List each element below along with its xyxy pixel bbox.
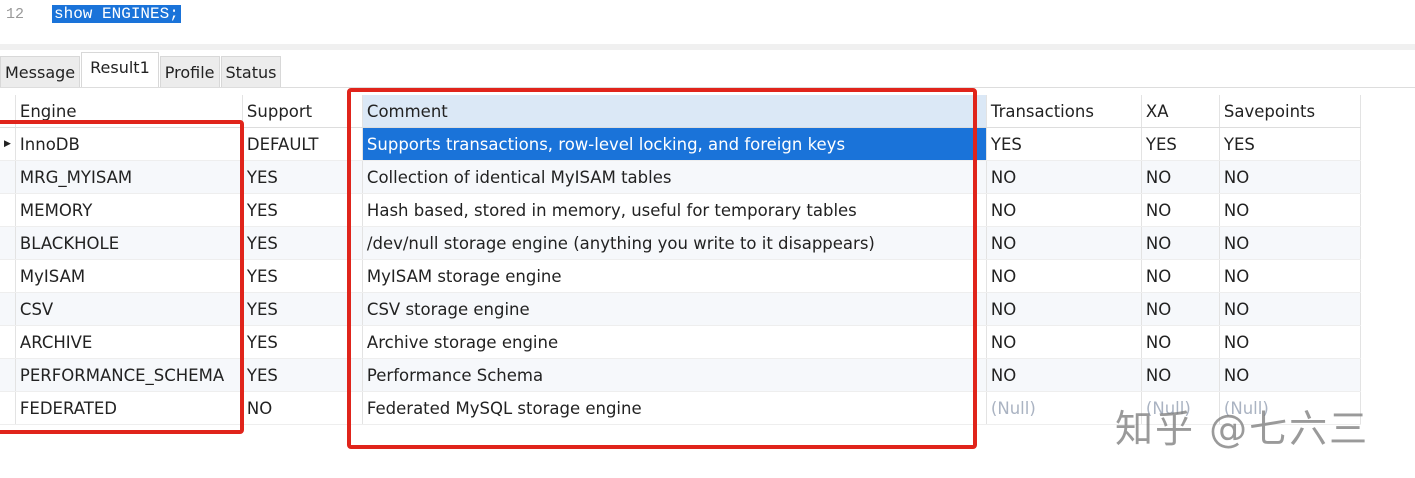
cell-transactions[interactable]: NO xyxy=(986,358,1142,392)
cell-savepoints[interactable]: NO xyxy=(1219,292,1361,326)
cell-transactions[interactable]: NO xyxy=(986,259,1142,293)
selected-sql[interactable]: show ENGINES; xyxy=(52,5,181,23)
cell-support[interactable]: DEFAULT xyxy=(242,127,363,161)
column-header-support[interactable]: Support xyxy=(242,95,363,128)
result-tabs: Message Result1 Profile Status xyxy=(0,52,282,88)
cell-support[interactable]: YES xyxy=(242,193,363,227)
tab-message[interactable]: Message xyxy=(0,56,81,88)
cell-xa[interactable]: NO xyxy=(1141,226,1220,260)
cell-support[interactable]: YES xyxy=(242,259,363,293)
cell-savepoints[interactable]: NO xyxy=(1219,358,1361,392)
cell-savepoints[interactable]: YES xyxy=(1219,127,1361,161)
cell-xa[interactable]: YES xyxy=(1141,127,1220,161)
column-header-transactions[interactable]: Transactions xyxy=(986,95,1142,128)
cell-xa[interactable]: NO xyxy=(1141,259,1220,293)
cell-support[interactable]: YES xyxy=(242,358,363,392)
highlight-box-comment xyxy=(347,88,977,449)
cell-transactions[interactable]: YES xyxy=(986,127,1142,161)
watermark: 知乎 @七六三 xyxy=(1115,407,1370,451)
cell-xa[interactable]: NO xyxy=(1141,160,1220,194)
cell-support[interactable]: YES xyxy=(242,160,363,194)
cell-savepoints[interactable]: NO xyxy=(1219,325,1361,359)
cell-xa[interactable]: NO xyxy=(1141,292,1220,326)
tab-result1[interactable]: Result1 xyxy=(81,52,159,88)
cell-savepoints[interactable]: NO xyxy=(1219,226,1361,260)
cell-xa[interactable]: NO xyxy=(1141,193,1220,227)
cell-transactions[interactable]: NO xyxy=(986,226,1142,260)
sql-editor[interactable]: 12 show ENGINES; xyxy=(0,0,1415,44)
cell-transactions[interactable]: NO xyxy=(986,193,1142,227)
cell-support[interactable]: YES xyxy=(242,292,363,326)
splitter[interactable] xyxy=(0,44,1415,50)
tab-profile[interactable]: Profile xyxy=(159,56,220,88)
highlight-box-engine xyxy=(0,120,244,434)
cell-savepoints[interactable]: NO xyxy=(1219,193,1361,227)
cell-savepoints[interactable]: NO xyxy=(1219,259,1361,293)
cell-xa[interactable]: NO xyxy=(1141,358,1220,392)
cell-support[interactable]: YES xyxy=(242,325,363,359)
column-header-xa[interactable]: XA xyxy=(1141,95,1220,128)
cell-support[interactable]: NO xyxy=(242,391,363,425)
line-number: 12 xyxy=(6,6,25,23)
cell-savepoints[interactable]: NO xyxy=(1219,160,1361,194)
column-header-savepoints[interactable]: Savepoints xyxy=(1219,95,1361,128)
cell-transactions[interactable]: NO xyxy=(986,325,1142,359)
cell-xa[interactable]: NO xyxy=(1141,325,1220,359)
cell-transactions[interactable]: NO xyxy=(986,160,1142,194)
cell-support[interactable]: YES xyxy=(242,226,363,260)
tab-status[interactable]: Status xyxy=(220,56,282,88)
cell-transactions[interactable]: NO xyxy=(986,292,1142,326)
